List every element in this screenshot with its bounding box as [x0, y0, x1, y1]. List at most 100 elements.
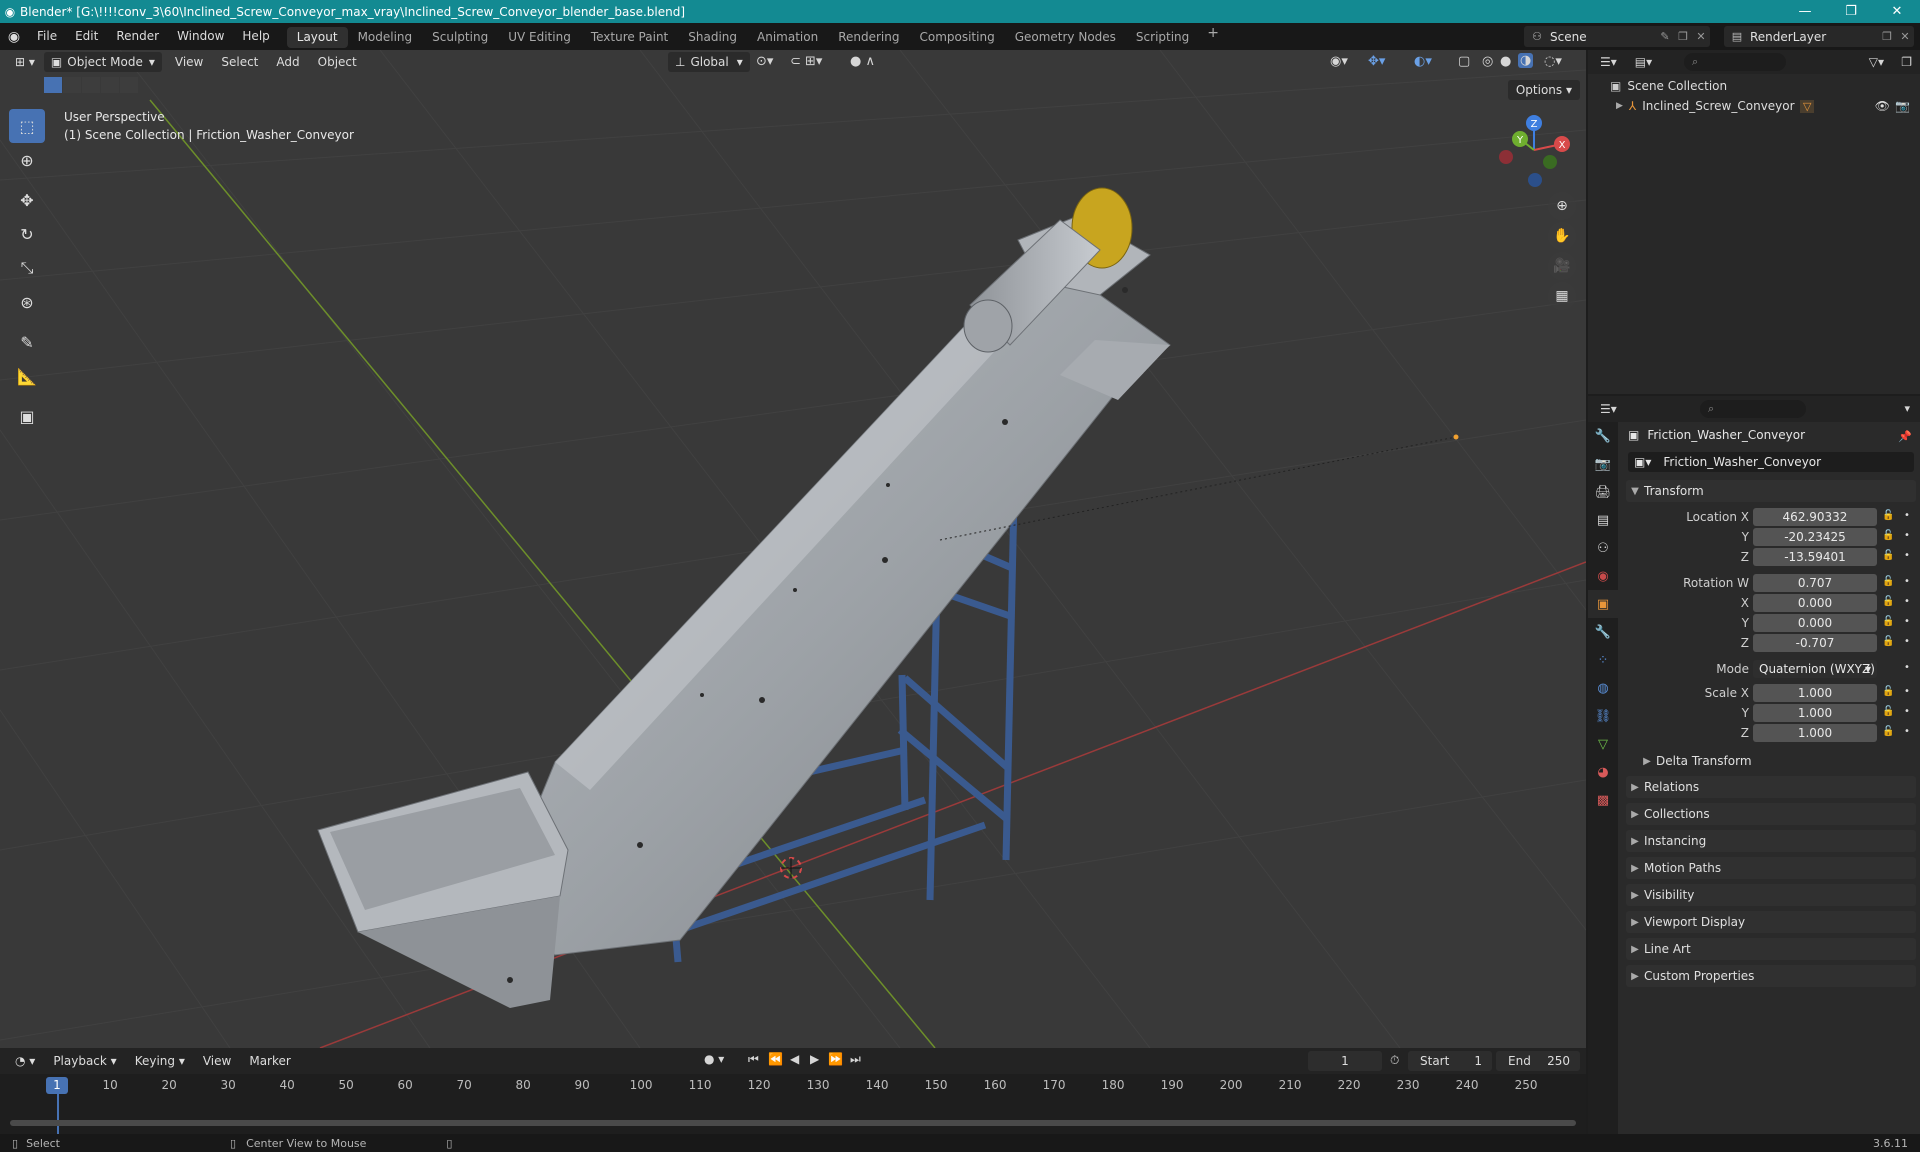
menu-timeline-view[interactable]: View	[194, 1054, 240, 1068]
jump-end-icon[interactable]: ⏭	[850, 1052, 861, 1067]
outliner-search-input[interactable]: ⌕	[1684, 53, 1786, 71]
material-tab-icon[interactable]: ◕	[1588, 758, 1618, 786]
keyframe-dot-icon[interactable]: •	[1904, 550, 1910, 561]
object-name-field[interactable]: ▣▾ Friction_Washer_Conveyor	[1628, 452, 1914, 472]
editor-type-icon[interactable]: ⊞ ▾	[6, 55, 44, 69]
visibility-panel-header[interactable]: ▶ Visibility	[1626, 884, 1916, 906]
new-collection-icon[interactable]: ❐	[1901, 55, 1912, 69]
blender-menu-icon[interactable]: ◉	[0, 29, 28, 45]
collections-panel-header[interactable]: ▶ Collections	[1626, 803, 1916, 825]
start-frame-field[interactable]: Start 1	[1408, 1051, 1492, 1071]
lock-icon[interactable]: 🔓	[1882, 686, 1894, 697]
props-editor-type-icon[interactable]: ☰▾	[1600, 402, 1617, 416]
outliner-item[interactable]: ▶ ⅄ Inclined_Screw_Conveyor ▽ 👁 📷	[1588, 96, 1920, 116]
transform-panel-header[interactable]: ▼ Transform	[1626, 480, 1916, 502]
pan-hand-icon[interactable]: ✋	[1548, 222, 1576, 250]
texture-tab-icon[interactable]: ▩	[1588, 786, 1618, 814]
add-cube-tool-icon[interactable]: ▣	[9, 399, 45, 433]
keyframe-dot-icon[interactable]: •	[1904, 616, 1910, 627]
keyframe-dot-icon[interactable]: •	[1904, 636, 1910, 647]
zoom-icon[interactable]: ⊕	[1548, 192, 1576, 220]
annotate-tool-icon[interactable]: ✎	[9, 325, 45, 359]
outliner-scene-collection[interactable]: ▣ Scene Collection	[1588, 76, 1920, 96]
delta-transform-header[interactable]: ▶ Delta Transform	[1638, 750, 1916, 772]
motion-paths-panel-header[interactable]: ▶ Motion Paths	[1626, 857, 1916, 879]
rotation-mode-dropdown[interactable]: Quaternion (WXYZ) ▾	[1753, 660, 1877, 678]
tab-layout[interactable]: Layout	[286, 27, 348, 48]
particles-tab-icon[interactable]: ⁘	[1588, 646, 1618, 674]
menu-file[interactable]: File	[28, 23, 66, 50]
keyframe-dot-icon[interactable]: •	[1904, 662, 1910, 673]
select-new-icon[interactable]	[44, 77, 62, 93]
outliner-editor-type-icon[interactable]: ☰▾	[1600, 55, 1617, 69]
view-layer-tab-icon[interactable]: ▤	[1588, 506, 1618, 534]
minimize-icon[interactable]: —	[1782, 0, 1828, 23]
constraints-tab-icon[interactable]: ⛓	[1588, 702, 1618, 730]
current-frame-field[interactable]: 1	[1308, 1051, 1382, 1071]
stopwatch-icon[interactable]: ⏱	[1390, 1053, 1399, 1068]
orientation-selector[interactable]: ⊥ Global ▾	[668, 52, 750, 72]
rotation-w-field[interactable]: 0.707	[1753, 574, 1877, 592]
lock-icon[interactable]: 🔓	[1882, 510, 1894, 521]
select-subtract-icon[interactable]	[82, 77, 100, 93]
close-icon[interactable]: ✕	[1874, 0, 1920, 23]
tab-scripting[interactable]: Scripting	[1126, 27, 1199, 48]
snap-icon[interactable]: ⊂ ⊞▾	[790, 54, 822, 69]
delete-layer-icon[interactable]: ✕	[1896, 30, 1914, 43]
tool-tab-icon[interactable]: 🔧	[1588, 422, 1618, 450]
menu-render[interactable]: Render	[107, 23, 168, 50]
selection-mode-buttons[interactable]	[44, 77, 139, 93]
keyframe-dot-icon[interactable]: •	[1904, 726, 1910, 737]
keyframe-dot-icon[interactable]: •	[1904, 510, 1910, 521]
next-keyframe-icon[interactable]: ⏩	[828, 1052, 843, 1066]
menu-view[interactable]: View	[166, 55, 212, 69]
camera-view-icon[interactable]: 🎥	[1548, 252, 1576, 280]
timeline-scrollbar[interactable]	[10, 1120, 1576, 1126]
playhead-frame[interactable]: 1	[46, 1077, 68, 1094]
menu-object[interactable]: Object	[309, 55, 366, 69]
scene-tab-icon[interactable]: ⚇	[1588, 534, 1618, 562]
new-scene-icon[interactable]: ❐	[1674, 30, 1692, 43]
menu-window[interactable]: Window	[168, 23, 233, 50]
menu-edit[interactable]: Edit	[66, 23, 107, 50]
tab-compositing[interactable]: Compositing	[909, 27, 1004, 48]
properties-search-input[interactable]: ⌕	[1700, 400, 1806, 418]
scale-tool-icon[interactable]: ⤡	[9, 251, 45, 285]
data-tab-icon[interactable]: ▽	[1588, 730, 1618, 758]
scale-z-field[interactable]: 1.000	[1753, 724, 1877, 742]
measure-tool-icon[interactable]: 📐	[9, 359, 45, 393]
tab-texture-paint[interactable]: Texture Paint	[581, 27, 678, 48]
output-tab-icon[interactable]: 🖨	[1588, 478, 1618, 506]
keyframe-dot-icon[interactable]: •	[1904, 576, 1910, 587]
location-y-field[interactable]: -20.23425	[1753, 528, 1877, 546]
line-art-panel-header[interactable]: ▶ Line Art	[1626, 938, 1916, 960]
tab-animation[interactable]: Animation	[747, 27, 828, 48]
rotation-z-field[interactable]: -0.707	[1753, 634, 1877, 652]
viewport-display-panel-header[interactable]: ▶ Viewport Display	[1626, 911, 1916, 933]
lock-icon[interactable]: 🔓	[1882, 596, 1894, 607]
tab-geometry-nodes[interactable]: Geometry Nodes	[1005, 27, 1126, 48]
xray-icon[interactable]: ▢	[1458, 54, 1470, 69]
camera-render-icon[interactable]: 📷	[1895, 99, 1910, 113]
lock-icon[interactable]: 🔓	[1882, 706, 1894, 717]
select-intersect-icon[interactable]	[120, 77, 138, 93]
tab-sculpting[interactable]: Sculpting	[422, 27, 498, 48]
options-button[interactable]: Options ▾	[1507, 80, 1580, 100]
location-x-field[interactable]: 462.90332	[1753, 508, 1877, 526]
object-data-icon[interactable]: ▽	[1800, 99, 1815, 113]
solid-shading-icon[interactable]: ●	[1500, 54, 1511, 69]
pin-icon[interactable]: ✎	[1656, 30, 1674, 43]
keyframe-dot-icon[interactable]: •	[1904, 686, 1910, 697]
pivot-icon[interactable]: ⊙▾	[756, 54, 773, 69]
rotation-x-field[interactable]: 0.000	[1753, 594, 1877, 612]
keyframe-dot-icon[interactable]: •	[1904, 596, 1910, 607]
wireframe-shading-icon[interactable]: ◎	[1482, 54, 1493, 69]
mode-selector[interactable]: ▣ Object Mode ▾	[43, 52, 162, 72]
proportional-edit-icon[interactable]: ● ∧	[850, 54, 875, 69]
props-options-icon[interactable]: ▾	[1904, 402, 1910, 415]
scale-y-field[interactable]: 1.000	[1753, 704, 1877, 722]
menu-help[interactable]: Help	[233, 23, 278, 50]
pin-icon[interactable]: 📌	[1898, 430, 1912, 443]
menu-keying[interactable]: Keying ▾	[126, 1054, 194, 1068]
add-workspace-icon[interactable]: +	[1199, 25, 1227, 48]
